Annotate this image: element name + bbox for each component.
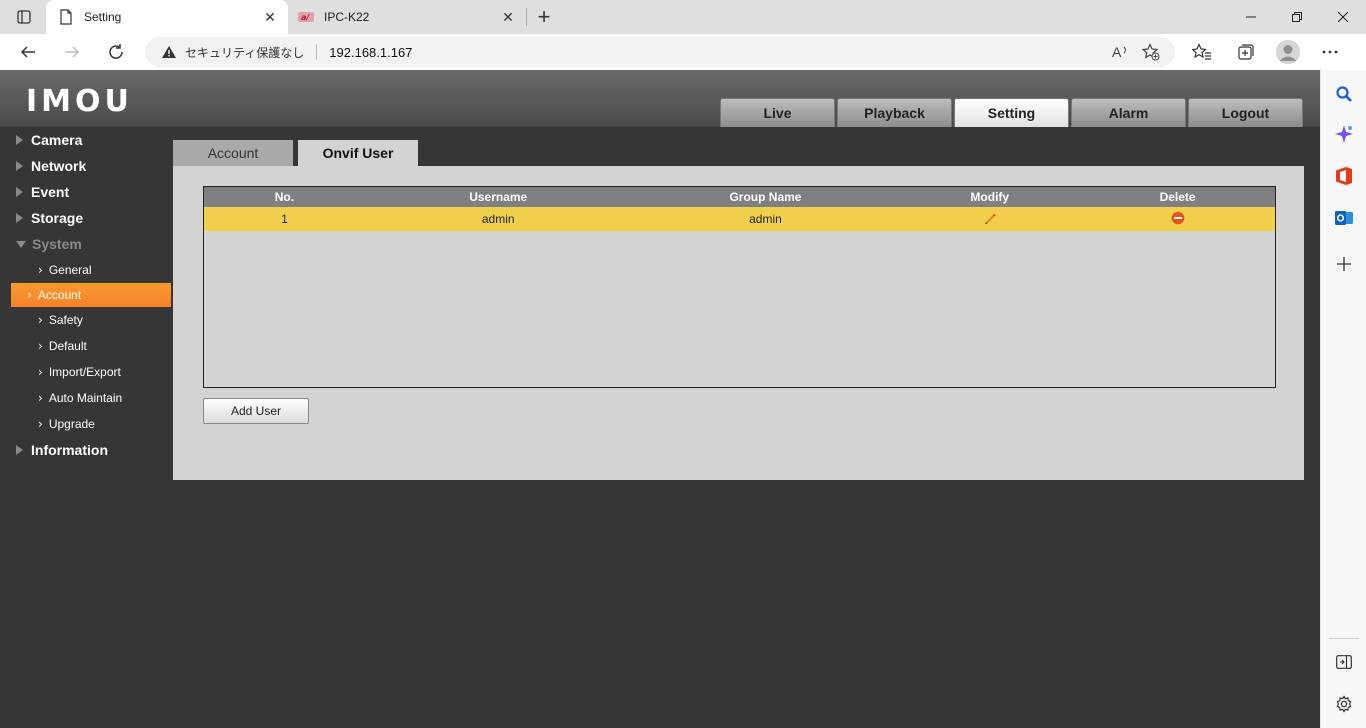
tab-live[interactable]: Live bbox=[720, 98, 835, 127]
table-header: No. Username Group Name Modify Delete bbox=[204, 187, 1275, 207]
nav-system-auto-maintain[interactable]: › Auto Maintain bbox=[11, 385, 171, 411]
svg-text:a/: a/ bbox=[301, 13, 310, 22]
address-divider bbox=[316, 44, 318, 60]
nav-system-safety[interactable]: › Safety bbox=[11, 307, 171, 333]
close-window-icon[interactable] bbox=[1320, 0, 1366, 34]
chevron-right-icon: › bbox=[38, 339, 43, 353]
expand-arrow-icon bbox=[16, 187, 23, 197]
header-delete: Delete bbox=[1159, 190, 1196, 204]
page-icon bbox=[58, 9, 74, 25]
close-icon[interactable]: ✕ bbox=[498, 7, 518, 27]
chevron-right-icon: › bbox=[38, 417, 43, 431]
collections-icon[interactable] bbox=[1232, 38, 1260, 66]
nav-system-account[interactable]: › Account bbox=[11, 283, 171, 307]
header-username: Username bbox=[469, 190, 528, 204]
warning-icon[interactable] bbox=[161, 45, 177, 59]
nav-event[interactable]: Event bbox=[0, 179, 173, 205]
settings-nav: Camera Network Event Storage System › Gen… bbox=[0, 127, 173, 463]
address-bar[interactable]: セキュリティ保護なし 192.168.1.167 A bbox=[145, 37, 1175, 67]
account-subtabs: Account Onvif User bbox=[173, 140, 418, 166]
nav-network[interactable]: Network bbox=[0, 153, 173, 179]
tab-actions-icon[interactable] bbox=[8, 5, 40, 29]
nav-system-general[interactable]: › General bbox=[11, 257, 171, 283]
expand-arrow-icon bbox=[16, 445, 23, 455]
refresh-icon[interactable] bbox=[102, 38, 130, 66]
cell-group: admin bbox=[749, 212, 782, 226]
add-icon[interactable] bbox=[1332, 252, 1356, 276]
chevron-right-icon: › bbox=[27, 288, 32, 302]
nav-storage[interactable]: Storage bbox=[0, 205, 173, 231]
minimize-icon[interactable] bbox=[1228, 0, 1274, 34]
imou-favicon-icon: a/ bbox=[298, 9, 314, 25]
window-controls bbox=[1228, 0, 1366, 34]
url-text[interactable]: 192.168.1.167 bbox=[329, 45, 412, 60]
chevron-right-icon: › bbox=[38, 313, 43, 327]
address-icons: A bbox=[1111, 42, 1161, 62]
tab-playback[interactable]: Playback bbox=[837, 98, 952, 127]
add-user-button[interactable]: Add User bbox=[203, 398, 309, 424]
subtab-onvif-user[interactable]: Onvif User bbox=[298, 140, 418, 166]
expand-arrow-icon bbox=[16, 213, 23, 223]
office-icon[interactable] bbox=[1332, 164, 1356, 188]
expand-arrow-icon bbox=[16, 135, 23, 145]
tab-setting[interactable]: Setting bbox=[954, 98, 1069, 127]
tab-title: IPC-K22 bbox=[324, 10, 370, 24]
subtab-account[interactable]: Account bbox=[173, 140, 293, 166]
browser-sidebar bbox=[1320, 70, 1366, 728]
hide-sidebar-icon[interactable] bbox=[1332, 650, 1356, 674]
outlook-icon[interactable] bbox=[1332, 206, 1356, 230]
header-group-name: Group Name bbox=[729, 190, 802, 204]
browser-tab-setting[interactable]: Setting ✕ bbox=[46, 0, 288, 34]
nav-camera[interactable]: Camera bbox=[0, 127, 173, 153]
add-favorite-icon[interactable] bbox=[1141, 42, 1161, 62]
browser-tab-ipc[interactable]: a/ IPC-K22 ✕ bbox=[288, 0, 526, 34]
cell-delete bbox=[1080, 210, 1275, 228]
main-tabs: Live Playback Setting Alarm Logout bbox=[720, 98, 1303, 127]
tab-alarm[interactable]: Alarm bbox=[1071, 98, 1186, 127]
read-aloud-icon[interactable]: A bbox=[1111, 42, 1131, 62]
browser-tabstrip: Setting ✕ a/ IPC-K22 ✕ + bbox=[0, 0, 1366, 34]
nav-system-upgrade[interactable]: › Upgrade bbox=[11, 411, 171, 437]
browser-toolbar: セキュリティ保護なし 192.168.1.167 A bbox=[0, 34, 1366, 70]
favorites-icon[interactable] bbox=[1188, 38, 1216, 66]
tab-logout[interactable]: Logout bbox=[1188, 98, 1303, 127]
header-no: No. bbox=[274, 190, 295, 204]
onvif-user-table: No. Username Group Name Modify Delete 1 … bbox=[203, 186, 1276, 388]
tab-separator bbox=[526, 8, 527, 26]
restore-icon[interactable] bbox=[1274, 0, 1320, 34]
toolbar-right bbox=[1188, 38, 1344, 66]
close-icon[interactable]: ✕ bbox=[260, 7, 280, 27]
forward-icon[interactable] bbox=[58, 38, 86, 66]
new-tab-icon[interactable]: + bbox=[532, 4, 556, 29]
security-status-text[interactable]: セキュリティ保護なし bbox=[185, 44, 304, 61]
cell-no: 1 bbox=[281, 212, 288, 226]
settings-gear-icon[interactable] bbox=[1332, 692, 1356, 716]
edit-pencil-icon[interactable] bbox=[982, 210, 998, 226]
svg-text:A: A bbox=[1112, 44, 1122, 60]
copilot-icon[interactable] bbox=[1332, 122, 1356, 146]
search-icon[interactable] bbox=[1332, 82, 1356, 106]
table-row[interactable]: 1 admin admin bbox=[204, 207, 1275, 231]
expand-arrow-icon bbox=[16, 161, 23, 171]
more-options-icon[interactable] bbox=[1316, 38, 1344, 66]
nav-system-default[interactable]: › Default bbox=[11, 333, 171, 359]
sidebar-separator bbox=[1329, 638, 1359, 639]
cell-username: admin bbox=[481, 212, 515, 226]
header-modify: Modify bbox=[970, 190, 1010, 204]
nav-information[interactable]: Information bbox=[0, 437, 173, 463]
cell-modify bbox=[899, 210, 1080, 228]
profile-avatar[interactable] bbox=[1276, 40, 1300, 64]
nav-system[interactable]: System bbox=[0, 231, 173, 257]
imou-logo: IMOU bbox=[26, 84, 133, 119]
delete-minus-icon[interactable] bbox=[1170, 210, 1186, 226]
chevron-right-icon: › bbox=[38, 391, 43, 405]
collapse-arrow-icon bbox=[16, 240, 26, 248]
tab-title: Setting bbox=[84, 10, 122, 24]
chevron-right-icon: › bbox=[38, 365, 43, 379]
nav-system-import-export[interactable]: › Import/Export bbox=[11, 359, 171, 385]
back-icon[interactable] bbox=[14, 38, 42, 66]
chevron-right-icon: › bbox=[38, 263, 43, 277]
app-header: IMOU Live Playback Setting Alarm Logout bbox=[0, 70, 1320, 127]
